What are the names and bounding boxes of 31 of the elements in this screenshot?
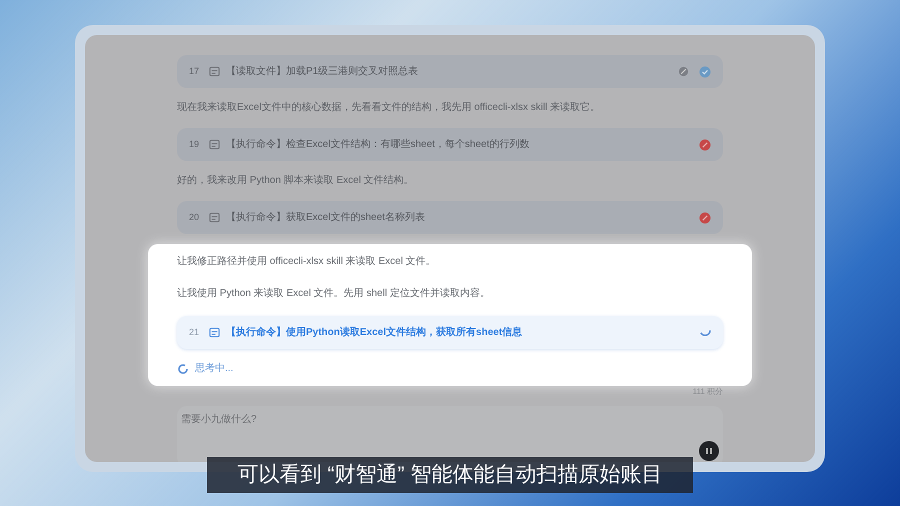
error-icon — [699, 138, 711, 150]
step-title: 【执行命令】使用Python读取Excel文件结构，获取所有sheet信息 — [226, 326, 522, 340]
step-number: 20 — [189, 210, 200, 224]
message-input[interactable]: 需要小九做什么? — [181, 412, 481, 427]
assistant-message: 让我使用 Python 来读取 Excel 文件。先用 shell 定位文件并读取内容。 — [177, 286, 491, 301]
assistant-message: 现在我来读取Excel文件中的核心数据，先看看文件的结构，我先用 officecli-xlsx skill 来读取它。 — [177, 100, 602, 115]
step-number: 19 — [189, 138, 200, 151]
terminal-icon — [209, 139, 220, 150]
assistant-message: 好的，我来改用 Python 脚本来读取 Excel 文件结构。 — [177, 174, 415, 188]
step-number: 17 — [189, 64, 200, 78]
step-number: 21 — [189, 326, 200, 339]
thinking-indicator: 思考中... — [177, 361, 723, 376]
pencil-icon — [678, 66, 689, 77]
spinner-icon — [700, 329, 711, 336]
step-title: 【读取文件】加载P1级三港则交叉对照总表 — [226, 64, 418, 79]
pause-icon — [705, 447, 713, 455]
video-subtitle: 可以看到 “财智通” 智能体能自动扫描原始账目 — [207, 457, 693, 493]
pause-button[interactable] — [699, 441, 719, 461]
terminal-icon — [209, 212, 220, 223]
check-circle-icon — [699, 66, 711, 78]
tool-step-row[interactable]: 21 【执行命令】使用Python读取Excel文件结构，获取所有sheet信息 — [177, 316, 723, 349]
terminal-icon — [209, 66, 220, 77]
spinner-icon — [177, 362, 189, 374]
tool-step-row[interactable]: 19 【执行命令】检查Excel文件结构：有哪些sheet，每个sheet的行列数 — [177, 128, 723, 161]
assistant-message: 让我修正路径并使用 officecli-xlsx skill 来读取 Excel 文件。 — [177, 254, 437, 269]
step-title: 【执行命令】获取Excel文件的sheet名称列表 — [226, 210, 425, 225]
terminal-icon — [209, 327, 220, 338]
tool-step-row[interactable]: 20 【执行命令】获取Excel文件的sheet名称列表 — [177, 201, 723, 234]
error-icon — [699, 212, 711, 224]
tool-step-row[interactable]: 17 【读取文件】加载P1级三港则交叉对照总表 — [177, 55, 723, 88]
step-title: 【执行命令】检查Excel文件结构：有哪些sheet，每个sheet的行列数 — [226, 138, 530, 152]
